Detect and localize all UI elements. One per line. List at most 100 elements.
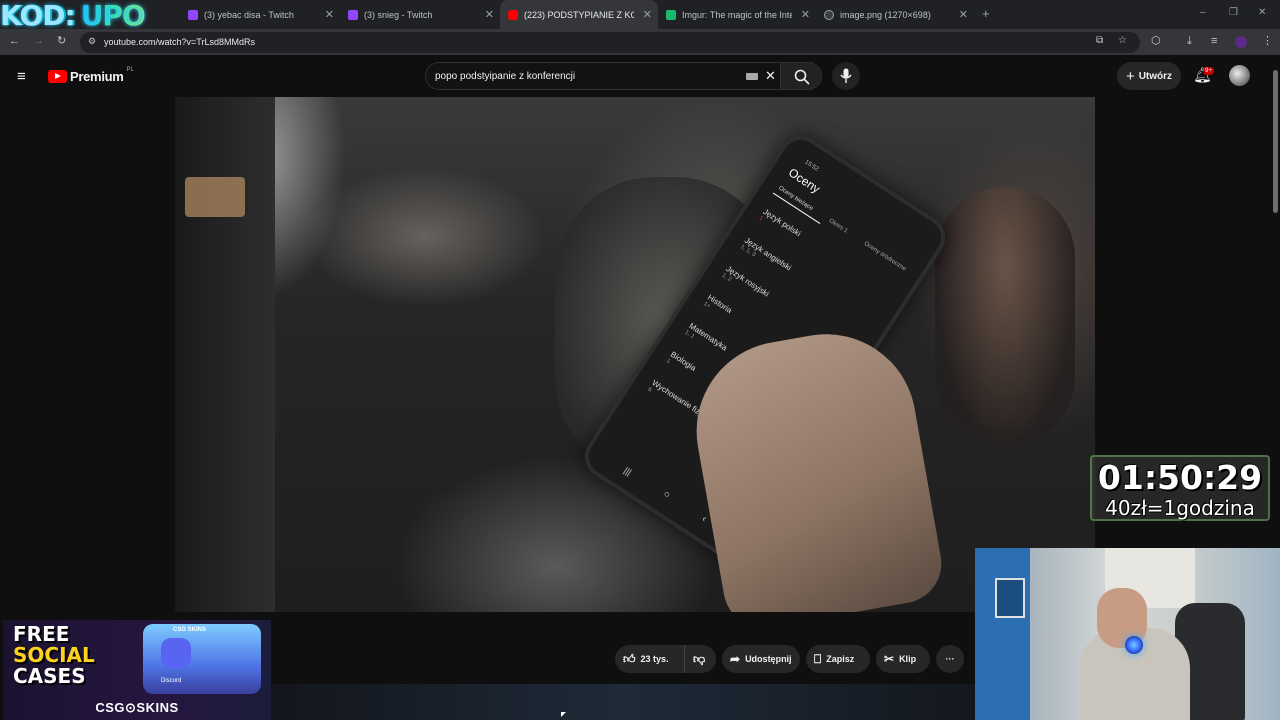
- streamer-webcam: [975, 548, 1280, 720]
- url-text[interactable]: youtube.com/watch?v=TrLsd8MMdRs: [104, 37, 255, 47]
- video-background-wall: [175, 97, 275, 612]
- minimize-button[interactable]: –: [1200, 7, 1206, 18]
- imgur-icon: [666, 9, 676, 20]
- youtube-play-icon: [48, 70, 67, 83]
- timer-rate: 40zł=1godzina: [1105, 496, 1255, 520]
- tab-title: (3) snieg - Twitch: [364, 9, 433, 20]
- stream-logo-part1: KOD:: [0, 0, 76, 32]
- search-button[interactable]: [780, 62, 822, 90]
- phone-tab: Oceny śródroczne: [862, 240, 907, 273]
- maximize-button[interactable]: ❐: [1229, 7, 1238, 18]
- scrollbar-thumb[interactable]: [1273, 70, 1278, 213]
- ad-line-3: CASES: [13, 664, 86, 688]
- phone-grades: 6: [646, 386, 653, 394]
- twitch-icon: [188, 9, 198, 20]
- webcam-wall-poster: [995, 578, 1025, 618]
- account-avatar[interactable]: [1229, 65, 1250, 86]
- phone-subject: Biologia: [668, 349, 698, 373]
- phone-tab: Okres 1: [827, 218, 849, 235]
- close-window-button[interactable]: ✕: [1258, 7, 1266, 18]
- twitch-icon: [348, 9, 358, 20]
- description-area: [270, 684, 975, 720]
- bookmark-icon: ⎕: [814, 651, 822, 666]
- timer-value: 01:50:29: [1097, 458, 1263, 497]
- ad-line-1: FREE: [13, 622, 70, 646]
- sponsor-ad: FREE SOCIAL CASES CSG SKINS Discord CSG⊙…: [3, 620, 271, 720]
- browser-tab[interactable]: Imgur: The magic of the Internet ✕: [658, 0, 816, 29]
- site-info-icon[interactable]: ⚙: [88, 36, 96, 47]
- keyboard-icon[interactable]: [746, 73, 758, 80]
- phone-grades: 1: [665, 358, 672, 366]
- search-input[interactable]: popo podstyipanie z konferencji ✕: [425, 62, 780, 90]
- ad-line-2: SOCIAL: [13, 643, 95, 667]
- share-button[interactable]: ➦ Udostępnij: [722, 645, 800, 673]
- video-background-chair: [185, 177, 245, 217]
- search-icon: [794, 69, 810, 85]
- browser-tab-strip: (3) yebac disa - Twitch ✕ (3) snieg - Tw…: [0, 0, 1280, 29]
- browser-toolbar: ← → ↻ ⚙ youtube.com/watch?v=TrLsd8MMdRs …: [0, 29, 1280, 55]
- discord-icon: [161, 638, 191, 668]
- mouse-cursor-icon: [561, 712, 566, 717]
- stream-logo: KOD: UPO: [0, 0, 160, 32]
- phone-subject: Język rosyjski: [724, 264, 771, 299]
- browser-tab[interactable]: (3) yebac disa - Twitch ✕: [180, 0, 340, 29]
- more-actions-button[interactable]: ···: [936, 645, 964, 673]
- clip-button[interactable]: ✂ Klip: [876, 645, 930, 673]
- clip-label: Klip: [899, 654, 917, 664]
- phone-subject: Język polski: [761, 207, 803, 239]
- stream-logo-part2: UPO: [80, 0, 146, 32]
- phone-home-icon: ○: [661, 488, 673, 502]
- like-button[interactable]: 👍︎ 23 tys.: [615, 645, 684, 673]
- youtube-logo[interactable]: Premium PL: [48, 66, 134, 84]
- close-tab-icon[interactable]: ✕: [801, 8, 810, 21]
- browser-tab[interactable]: (3) snieg - Twitch ✕: [340, 0, 500, 29]
- download-icon[interactable]: ⤓: [1187, 36, 1192, 47]
- thumbs-down-icon: 👎︎: [693, 651, 706, 666]
- tab-title: image.png (1270×698): [840, 9, 931, 20]
- close-tab-icon[interactable]: ✕: [643, 8, 652, 21]
- profile-avatar[interactable]: [1235, 36, 1247, 48]
- video-background-person: [935, 187, 1075, 447]
- close-tab-icon[interactable]: ✕: [485, 8, 494, 21]
- forward-icon[interactable]: →: [33, 36, 44, 47]
- close-tab-icon[interactable]: ✕: [325, 8, 334, 21]
- tab-title: (3) yebac disa - Twitch: [204, 9, 294, 20]
- reload-icon[interactable]: ↻: [57, 36, 66, 47]
- new-tab-button[interactable]: +: [982, 6, 990, 21]
- ad-headline: FREE SOCIAL CASES: [13, 624, 95, 687]
- voice-search-button[interactable]: [832, 62, 860, 90]
- hamburger-menu-icon[interactable]: ≡: [17, 68, 26, 85]
- create-button[interactable]: + Utwórz: [1117, 62, 1181, 90]
- address-bar[interactable]: ⚙ youtube.com/watch?v=TrLsd8MMdRs ⧉ ☆: [80, 32, 1140, 53]
- thumbs-up-icon: 👍︎: [623, 651, 636, 666]
- install-app-icon[interactable]: ⧉: [1096, 35, 1103, 46]
- bookmark-star-icon[interactable]: ☆: [1118, 35, 1127, 46]
- save-button[interactable]: ⎕ Zapisz: [806, 645, 870, 673]
- phone-recents-icon: |||: [622, 465, 634, 478]
- save-label: Zapisz: [826, 654, 855, 664]
- dislike-button[interactable]: 👎︎: [684, 645, 716, 673]
- webcam-blue-wall: [975, 548, 1030, 720]
- ad-case-sub: Discord: [161, 678, 182, 684]
- notifications-badge: 9+: [1203, 67, 1214, 75]
- tab-title: Imgur: The magic of the Internet: [682, 9, 792, 20]
- ad-brand: CSG⊙SKINS: [95, 700, 179, 715]
- scissors-icon: ✂: [884, 652, 895, 666]
- extensions-icon[interactable]: ⬡: [1151, 36, 1161, 47]
- video-player[interactable]: 15:52 Oceny Oceny bieżące Okres 1 Oceny …: [175, 97, 1095, 612]
- browser-tab-active[interactable]: (223) PODSTYPIANIE Z KONFERENCJI ✕: [500, 0, 658, 29]
- ad-case-image: CSG SKINS Discord: [143, 624, 261, 694]
- region-code: PL: [126, 66, 134, 73]
- clear-search-icon[interactable]: ✕: [765, 68, 776, 84]
- back-icon[interactable]: ←: [9, 36, 20, 47]
- media-control-icon[interactable]: ≡: [1211, 36, 1217, 47]
- plus-icon: +: [1125, 67, 1135, 85]
- search-query[interactable]: popo podstyipanie z konferencji: [435, 71, 575, 82]
- subathon-timer: 01:50:29 40zł=1godzina: [1090, 455, 1270, 521]
- close-tab-icon[interactable]: ✕: [959, 8, 968, 21]
- browser-tab[interactable]: image.png (1270×698) ✕: [816, 0, 974, 29]
- phone-back-icon: ‹: [699, 513, 709, 525]
- browser-menu-icon[interactable]: ⋮: [1262, 36, 1273, 47]
- tab-title: (223) PODSTYPIANIE Z KONFERENCJI: [524, 9, 634, 20]
- share-icon: ➦: [730, 652, 741, 666]
